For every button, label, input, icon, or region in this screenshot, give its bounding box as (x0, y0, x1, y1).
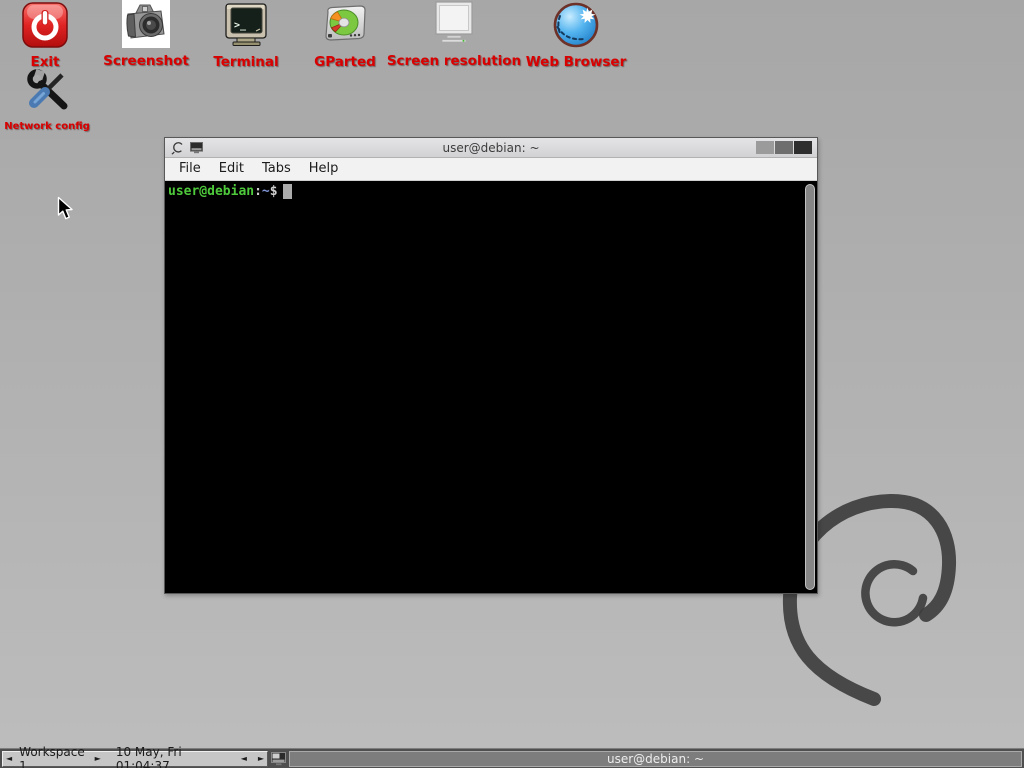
close-button[interactable] (794, 141, 812, 154)
power-icon (21, 1, 69, 49)
window-menubar: File Edit Tabs Help (165, 158, 817, 181)
disk-partition-icon (321, 1, 369, 49)
prompt-symbol: $ (270, 184, 278, 199)
tools-icon (21, 66, 73, 118)
terminal-window: user@debian: ~ File Edit Tabs Help user@… (164, 137, 818, 594)
taskbar: ◄ Workspace 1 ► 10 May, Fri 01:04:37 ◄ ►… (0, 748, 1024, 768)
window-list-next-arrow[interactable]: ► (250, 752, 267, 766)
camera-icon (122, 0, 170, 48)
shell-prompt: user@debian:~$ (168, 184, 292, 199)
desktop-icon-gparted[interactable]: GParted (290, 1, 400, 70)
desktop-icon-label: Screenshot (103, 53, 189, 69)
task-monitor-icon (271, 752, 286, 766)
monitor-icon (430, 0, 478, 48)
desktop: { "colors": { "desktop_label_red": "#d90… (0, 0, 1024, 768)
desktop-icon-label: Web Browser (526, 54, 626, 70)
desktop-icon-label: GParted (314, 54, 376, 70)
crt-terminal-icon: >_ (222, 1, 270, 49)
desktop-icon-screen-resolution[interactable]: Screen resolution (399, 0, 509, 69)
menu-help[interactable]: Help (300, 158, 348, 180)
menu-edit[interactable]: Edit (210, 158, 253, 180)
desktop-icon-exit[interactable]: Exit (0, 1, 100, 70)
workspace-label: Workspace 1 (15, 745, 92, 768)
prompt-colon: : (254, 184, 262, 199)
window-menu-swirl-icon[interactable] (171, 141, 184, 155)
terminal-screen[interactable]: user@debian:~$ (165, 181, 817, 593)
taskbar-window-button[interactable]: user@debian: ~ (289, 751, 1022, 767)
window-terminal-icon (190, 142, 203, 154)
desktop-icon-web-browser[interactable]: Web Browser (521, 1, 631, 70)
desktop-icon-label: Screen resolution (387, 53, 521, 69)
menu-tabs[interactable]: Tabs (253, 158, 300, 180)
workspace-pager: ◄ Workspace 1 ► 10 May, Fri 01:04:37 ◄ ► (2, 751, 268, 767)
taskbar-clock: 10 May, Fri 01:04:37 (104, 745, 230, 768)
minimize-button[interactable] (756, 141, 774, 154)
desktop-icon-terminal[interactable]: >_ Terminal (191, 1, 301, 70)
menu-file[interactable]: File (170, 158, 210, 180)
maximize-button[interactable] (775, 141, 793, 154)
scrollbar-thumb[interactable] (805, 184, 815, 590)
globe-icon (552, 1, 600, 49)
workspace-next-arrow[interactable]: ► (92, 752, 104, 766)
desktop-icon-network-config[interactable]: Network config (0, 66, 102, 132)
window-list-prev-arrow[interactable]: ◄ (238, 752, 250, 766)
workspace-prev-arrow[interactable]: ◄ (3, 752, 15, 766)
terminal-scrollbar[interactable] (804, 183, 816, 591)
desktop-icon-screenshot[interactable]: Screenshot (91, 0, 201, 69)
svg-text:>_: >_ (234, 20, 247, 31)
desktop-icon-label: Terminal (213, 54, 278, 70)
prompt-path: ~ (262, 184, 270, 199)
taskbar-window-title: user@debian: ~ (607, 752, 704, 766)
window-titlebar[interactable]: user@debian: ~ (165, 138, 817, 158)
window-title: user@debian: ~ (165, 141, 817, 155)
mouse-cursor (57, 196, 75, 222)
desktop-icon-label: Network config (4, 121, 90, 132)
prompt-user-host: user@debian (168, 184, 254, 199)
terminal-cursor (283, 184, 292, 199)
